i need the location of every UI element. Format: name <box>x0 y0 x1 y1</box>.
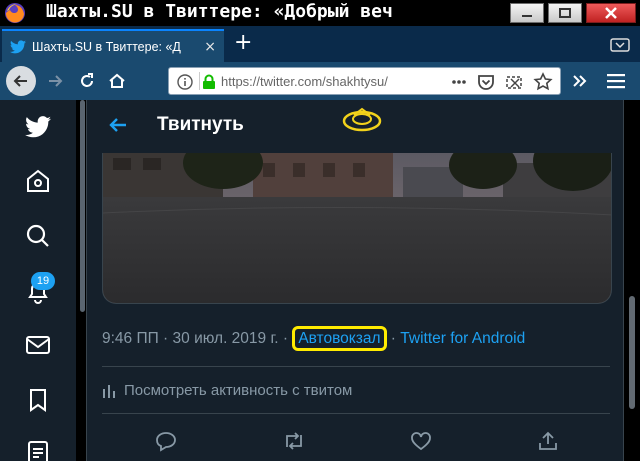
watermark-logo-icon <box>342 107 382 132</box>
tweet-header: Твитнуть <box>87 100 623 153</box>
sidebar-scrollbar[interactable] <box>80 100 85 312</box>
hamburger-menu-icon[interactable] <box>606 73 626 89</box>
home-icon <box>109 73 125 88</box>
retweet-icon[interactable] <box>282 430 306 452</box>
page-title: Твитнуть <box>157 114 244 135</box>
lock-icon[interactable] <box>202 74 216 90</box>
overflow-chevron-icon[interactable] <box>572 74 588 88</box>
pocket-icon[interactable] <box>477 73 495 91</box>
home-button[interactable] <box>102 66 132 96</box>
info-icon[interactable] <box>177 74 193 90</box>
maximize-icon <box>559 8 571 18</box>
twitter-favicon-icon <box>10 39 26 53</box>
reply-icon[interactable] <box>155 430 177 452</box>
url-separator <box>199 72 200 90</box>
firefox-logo-icon <box>5 3 25 23</box>
forward-button[interactable] <box>40 66 70 96</box>
back-button[interactable] <box>6 66 36 96</box>
tweet-activity-link[interactable]: Посмотреть активность с твитом <box>102 382 352 399</box>
tweet-detail-column: Твитнуть 9:46 ПП · 30 июл. 2019 г. · Авт… <box>86 100 624 461</box>
bar-chart-icon <box>103 384 115 398</box>
bookmark-icon[interactable] <box>25 387 51 413</box>
meta-separator: · <box>386 330 401 347</box>
source-link[interactable]: Twitter for Android <box>400 330 525 347</box>
minimize-button[interactable] <box>510 3 544 23</box>
mail-icon[interactable] <box>25 332 51 358</box>
window-titlebar: Шахты.SU в Твиттере: «Добрый веч <box>0 0 640 26</box>
reload-button[interactable] <box>72 66 102 96</box>
tab-bar: Шахты.SU в Твиттере: «Д × + <box>0 26 640 62</box>
divider <box>102 413 610 414</box>
activity-label: Посмотреть активность с твитом <box>124 382 353 399</box>
close-icon <box>605 7 617 19</box>
window-title: Шахты.SU в Твиттере: «Добрый веч <box>46 1 393 22</box>
new-tab-button[interactable]: + <box>234 32 252 54</box>
tweet-meta: 9:46 ПП · 30 июл. 2019 г. · Автовокзал ·… <box>102 326 622 351</box>
notification-badge: 19 <box>31 272 55 290</box>
list-icon[interactable] <box>25 440 51 461</box>
scrollbar-thumb[interactable] <box>629 296 635 409</box>
bookmark-star-icon[interactable] <box>533 72 553 92</box>
tab-title: Шахты.SU в Твиттере: «Д <box>32 39 181 54</box>
tweet-photo[interactable] <box>102 153 612 304</box>
tweet-timestamp[interactable]: 9:46 ПП · 30 июл. 2019 г. · <box>102 330 292 347</box>
url-text[interactable]: https://twitter.com/shakhtysu/ <box>221 74 417 89</box>
like-icon[interactable] <box>410 430 432 452</box>
active-tab[interactable]: Шахты.SU в Твиттере: «Д × <box>2 29 224 62</box>
page-actions-icon[interactable] <box>451 75 467 89</box>
arrow-left-icon <box>13 75 27 87</box>
arrow-left-icon[interactable] <box>107 114 129 136</box>
navigation-toolbar: https://twitter.com/shakhtysu/ <box>0 62 640 100</box>
tab-list-icon[interactable] <box>610 38 630 52</box>
minimize-icon <box>522 15 532 17</box>
arrow-right-icon <box>49 75 63 87</box>
home-icon[interactable] <box>25 168 51 194</box>
search-icon[interactable] <box>25 223 51 249</box>
page-scrollbar[interactable] <box>627 100 640 461</box>
reload-icon <box>81 73 93 87</box>
maximize-button[interactable] <box>548 3 582 23</box>
close-window-button[interactable] <box>586 3 636 23</box>
tab-close-button[interactable]: × <box>204 39 216 55</box>
twitter-bird-icon[interactable] <box>25 114 51 140</box>
url-bar[interactable]: https://twitter.com/shakhtysu/ <box>168 67 561 95</box>
location-link[interactable]: Автовокзал <box>292 326 387 351</box>
share-icon[interactable] <box>537 430 559 452</box>
screenshot-icon[interactable] <box>505 73 523 91</box>
street-photo-image <box>103 153 611 303</box>
divider <box>102 366 610 367</box>
twitter-sidebar: 19 <box>0 100 76 461</box>
